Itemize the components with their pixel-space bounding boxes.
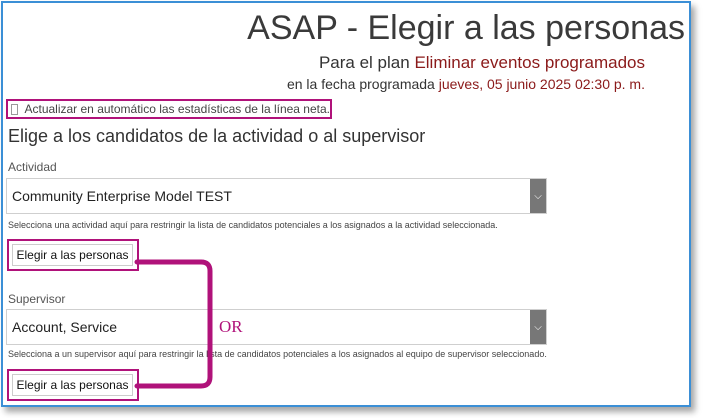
activity-select[interactable]: Community Enterprise Model TEST ⌵ <box>6 178 547 214</box>
auto-update-checkbox[interactable] <box>11 104 18 115</box>
supervisor-help-text: Selecciona a un supervisor aquí para res… <box>8 349 547 359</box>
activity-button-highlight: Elegir a las personas <box>7 239 139 271</box>
supervisor-select[interactable]: Account, Service ⌵ <box>6 309 547 345</box>
chevron-down-icon[interactable]: ⌵ <box>530 310 546 344</box>
date-line: en la fecha programada jueves, 05 junio … <box>3 76 645 92</box>
chevron-down-icon[interactable]: ⌵ <box>530 179 546 213</box>
section-title: Elige a los candidatos de la actividad o… <box>8 126 425 147</box>
supervisor-selected-value: Account, Service <box>12 319 117 335</box>
choose-people-activity-button[interactable]: Elegir a las personas <box>12 244 133 266</box>
page-title: ASAP - Elegir a las personas <box>3 9 689 48</box>
plan-name: Eliminar eventos programados <box>414 53 645 72</box>
plan-prefix: Para el plan <box>319 53 410 72</box>
date-prefix: en la fecha programada <box>287 76 435 92</box>
or-annotation: OR <box>219 317 243 337</box>
choose-people-supervisor-button[interactable]: Elegir a las personas <box>12 374 133 396</box>
supervisor-label: Supervisor <box>8 292 65 306</box>
dialog-frame: ASAP - Elegir a las personas Para el pla… <box>1 1 691 407</box>
activity-help-text: Selecciona una actividad aquí para restr… <box>8 220 498 230</box>
auto-update-option[interactable]: Actualizar en automático las estadística… <box>6 99 332 119</box>
supervisor-button-highlight: Elegir a las personas <box>7 369 139 401</box>
date-value: jueves, 05 junio 2025 02:30 p. m. <box>439 76 645 92</box>
activity-selected-value: Community Enterprise Model TEST <box>12 188 232 204</box>
activity-label: Actividad <box>8 160 57 174</box>
plan-line: Para el plan Eliminar eventos programado… <box>3 53 645 73</box>
auto-update-label: Actualizar en automático las estadística… <box>24 102 330 116</box>
